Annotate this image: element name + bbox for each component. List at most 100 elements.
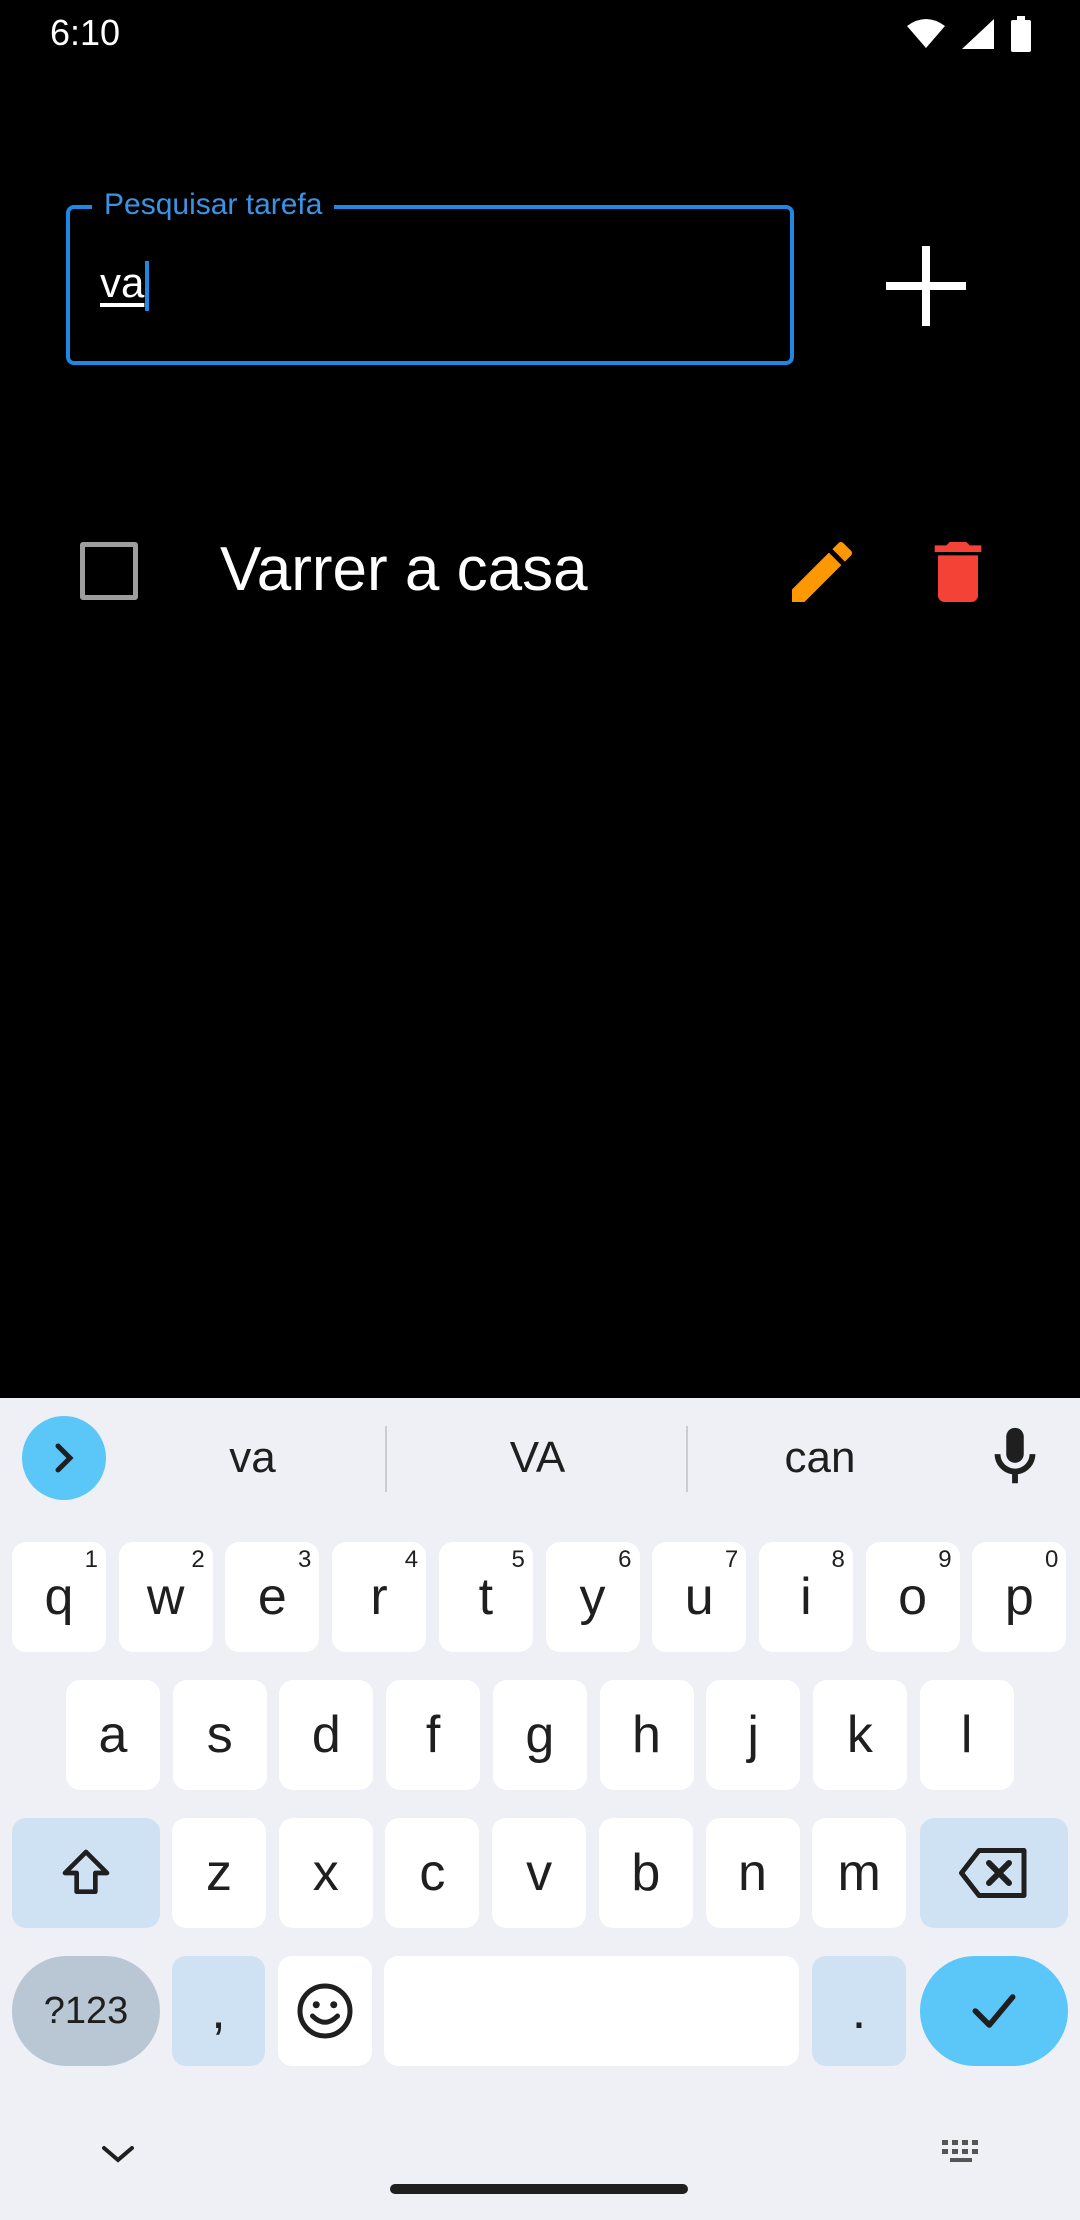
key-label: y bbox=[579, 1568, 606, 1626]
suggestion-2[interactable]: VA bbox=[395, 1398, 680, 1518]
emoji-icon bbox=[297, 1983, 353, 2039]
key-g[interactable]: g bbox=[492, 1680, 587, 1790]
key-v[interactable]: v bbox=[492, 1818, 587, 1928]
key-hint: 6 bbox=[618, 1546, 632, 1573]
comma-key[interactable]: , bbox=[172, 1956, 265, 2066]
period-key[interactable]: . bbox=[812, 1956, 906, 2066]
key-label: r bbox=[370, 1568, 388, 1626]
key-label: d bbox=[311, 1706, 341, 1764]
key-label: c bbox=[419, 1844, 446, 1902]
key-hint: 8 bbox=[831, 1546, 845, 1573]
key-d[interactable]: d bbox=[279, 1680, 374, 1790]
key-label: l bbox=[960, 1706, 973, 1764]
key-f[interactable]: f bbox=[386, 1680, 481, 1790]
battery-icon bbox=[1011, 16, 1031, 52]
key-p[interactable]: p0 bbox=[972, 1542, 1067, 1652]
keyboard-switch-icon[interactable] bbox=[938, 2134, 986, 2170]
key-label: z bbox=[206, 1844, 232, 1902]
signal-icon bbox=[962, 19, 994, 49]
key-y[interactable]: y6 bbox=[545, 1542, 640, 1652]
key-label: q bbox=[44, 1568, 74, 1626]
key-label: a bbox=[98, 1706, 128, 1764]
key-t[interactable]: t5 bbox=[438, 1542, 533, 1652]
key-l[interactable]: l bbox=[919, 1680, 1014, 1790]
key-z[interactable]: z bbox=[172, 1818, 266, 1928]
key-k[interactable]: k bbox=[812, 1680, 907, 1790]
microphone-icon[interactable] bbox=[980, 1422, 1050, 1492]
key-label: b bbox=[631, 1844, 661, 1902]
key-label: v bbox=[526, 1844, 553, 1902]
search-value[interactable]: va bbox=[100, 259, 150, 311]
text-caret bbox=[145, 260, 150, 311]
status-bar: 6:10 bbox=[0, 0, 1080, 66]
key-label: p bbox=[1004, 1568, 1034, 1626]
key-i[interactable]: i8 bbox=[758, 1542, 853, 1652]
key-m[interactable]: m bbox=[812, 1818, 907, 1928]
key-hint: 0 bbox=[1044, 1546, 1059, 1573]
key-n[interactable]: n bbox=[705, 1818, 800, 1928]
key-label: o bbox=[898, 1568, 928, 1626]
key-label: n bbox=[738, 1844, 767, 1902]
emoji-key[interactable] bbox=[278, 1956, 372, 2066]
key-label: e bbox=[257, 1568, 287, 1626]
key-hint: 7 bbox=[724, 1546, 739, 1573]
key-u[interactable]: u7 bbox=[652, 1542, 747, 1652]
check-icon bbox=[972, 1994, 1016, 2028]
key-label: f bbox=[425, 1706, 441, 1764]
wifi-icon bbox=[907, 19, 945, 48]
suggestion-strip: va VA can bbox=[0, 1398, 1080, 1518]
key-label: w bbox=[146, 1568, 185, 1626]
key-label: k bbox=[846, 1706, 873, 1764]
task-row: Varrer a casa bbox=[0, 520, 1080, 620]
key-q[interactable]: q1 bbox=[12, 1542, 106, 1652]
home-indicator[interactable] bbox=[390, 2184, 688, 2194]
plus-icon bbox=[886, 246, 966, 326]
chevron-right-icon bbox=[55, 1443, 74, 1473]
key-label: i bbox=[800, 1568, 812, 1626]
shift-key[interactable] bbox=[12, 1818, 160, 1928]
search-label: Pesquisar tarefa bbox=[92, 183, 335, 227]
key-hint: 1 bbox=[84, 1546, 98, 1573]
key-label: m bbox=[837, 1844, 881, 1902]
key-hint: 3 bbox=[298, 1546, 312, 1573]
delete-task-button[interactable] bbox=[918, 532, 998, 612]
key-s[interactable]: s bbox=[172, 1680, 267, 1790]
done-key[interactable] bbox=[920, 1956, 1068, 2066]
key-c[interactable]: c bbox=[385, 1818, 480, 1928]
edit-task-button[interactable] bbox=[782, 532, 862, 612]
hide-keyboard-icon[interactable] bbox=[98, 2140, 138, 2168]
suggestion-3[interactable]: can bbox=[700, 1398, 940, 1518]
key-label: x bbox=[312, 1844, 339, 1902]
add-task-button[interactable] bbox=[866, 236, 986, 336]
status-icons bbox=[906, 16, 1032, 52]
key-h[interactable]: h bbox=[599, 1680, 694, 1790]
key-w[interactable]: w2 bbox=[118, 1542, 213, 1652]
soft-keyboard: va VA can ?123 , . q 1 w 2 e 3 r 4 t 5 y… bbox=[0, 1398, 1080, 2220]
backspace-icon bbox=[959, 1848, 1027, 1898]
key-x[interactable]: x bbox=[278, 1818, 373, 1928]
key-label: s bbox=[206, 1706, 233, 1764]
key-hint: 4 bbox=[404, 1546, 419, 1573]
search-input[interactable]: Pesquisar tarefa va bbox=[66, 183, 794, 365]
expand-toolbar-button[interactable] bbox=[22, 1416, 106, 1500]
space-key[interactable] bbox=[384, 1956, 799, 2066]
symbols-key[interactable]: ?123 bbox=[12, 1956, 160, 2066]
key-a[interactable]: a bbox=[66, 1680, 160, 1790]
key-r[interactable]: r4 bbox=[332, 1542, 427, 1652]
key-hint: 9 bbox=[938, 1546, 952, 1573]
shift-icon bbox=[62, 1849, 110, 1894]
key-o[interactable]: o9 bbox=[865, 1542, 960, 1652]
task-checkbox[interactable] bbox=[80, 542, 138, 600]
key-label: t bbox=[478, 1568, 494, 1626]
trash-icon bbox=[934, 542, 982, 602]
backspace-key[interactable] bbox=[920, 1818, 1068, 1928]
suggestion-1[interactable]: va bbox=[130, 1398, 375, 1518]
pencil-icon bbox=[792, 541, 853, 602]
key-b[interactable]: b bbox=[598, 1818, 693, 1928]
key-j[interactable]: j bbox=[706, 1680, 801, 1790]
key-e[interactable]: e3 bbox=[225, 1542, 320, 1652]
key-label: g bbox=[525, 1706, 555, 1764]
task-text: Varrer a casa bbox=[220, 535, 588, 604]
key-label: h bbox=[632, 1706, 661, 1764]
key-label: j bbox=[747, 1706, 759, 1764]
